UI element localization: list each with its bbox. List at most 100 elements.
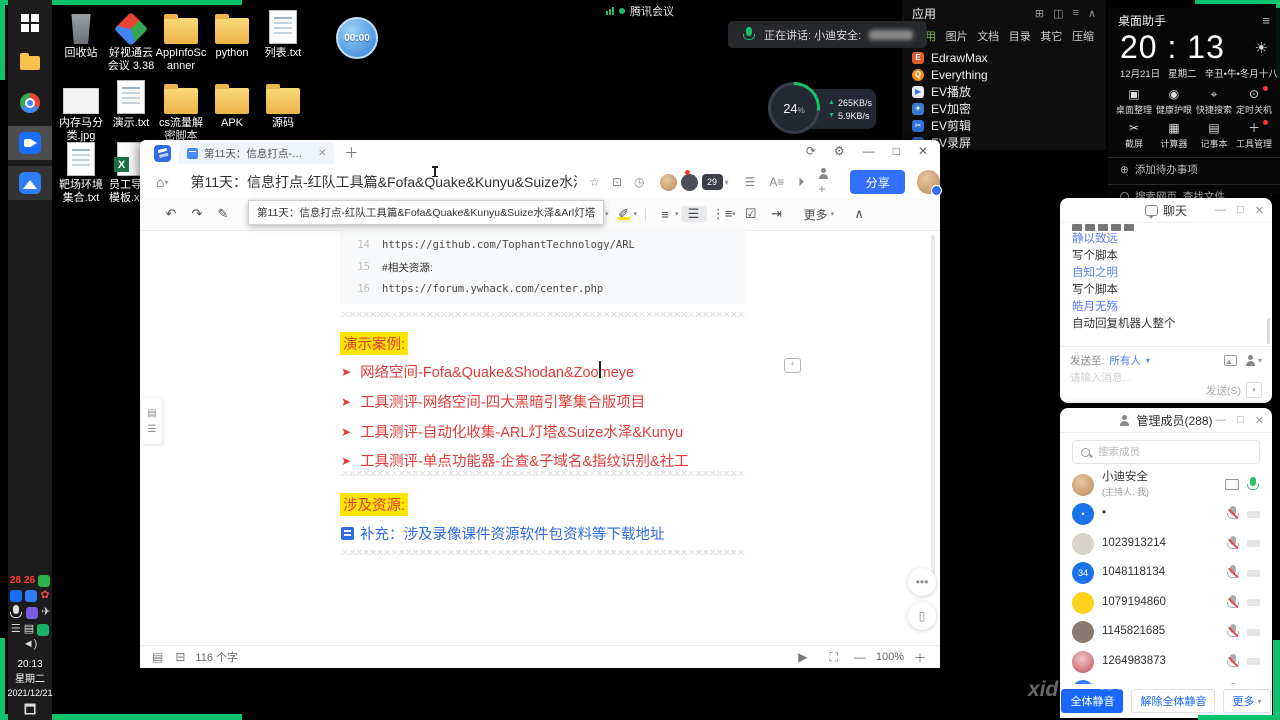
present-icon[interactable]: ⏵ <box>798 175 804 190</box>
zoom-out-button[interactable]: — <box>854 650 866 664</box>
numbered-list-button[interactable]: ⋮≡ ▾ <box>709 206 738 222</box>
launcher-tab-zip[interactable]: 压缩 <box>1072 28 1094 44</box>
mic-on-icon[interactable] <box>1246 476 1260 493</box>
tray-blue-icon[interactable] <box>25 589 38 602</box>
tray-plane-icon[interactable]: ✈ <box>41 607 50 618</box>
mic-muted-icon[interactable] <box>1226 594 1240 611</box>
mic-muted-icon[interactable] <box>1226 506 1240 522</box>
tray-purple-icon[interactable] <box>26 606 39 619</box>
member-row[interactable]: 1145821685 <box>1060 618 1272 648</box>
play-icon[interactable]: ▶ <box>798 650 807 664</box>
audience-select[interactable]: 所有人 <box>1109 353 1141 368</box>
send-options-icon[interactable]: ▾ <box>1246 382 1262 398</box>
chat-sender[interactable]: 自知之明 <box>1072 265 1262 282</box>
doc-tab[interactable]: 第11天：信息打点-红队... ✕ <box>179 142 335 164</box>
desktop-icon-recycle-bin[interactable]: 回收站 <box>54 8 108 60</box>
minimize-button[interactable]: — <box>1215 414 1226 426</box>
member-search-input[interactable] <box>1096 445 1220 459</box>
code-text[interactable]: #相关资源: <box>382 260 433 275</box>
doc-bullet[interactable]: ➤ 工具测评-网络空间-四大黑暗引擎集合版项目 <box>341 391 645 412</box>
desktop-icon-meeting-app[interactable]: 好视通云会议 3.38 <box>104 8 158 72</box>
history-icon[interactable]: ◷ <box>634 175 644 189</box>
more-icon[interactable] <box>1247 599 1260 607</box>
new-tab-button[interactable]: ＋ <box>344 143 358 163</box>
doc-bullet[interactable]: ➤ 工具测评-单点功能器-企查&子域名&指纹识别&社工 <box>341 450 689 471</box>
minimize-button[interactable]: — <box>863 144 875 158</box>
launcher-item[interactable]: ▶ EV播放 <box>912 83 1096 100</box>
redo-icon[interactable]: ↷ <box>184 206 210 222</box>
launcher-item[interactable]: E EdrawMax <box>912 49 1096 66</box>
launcher-item[interactable]: ✦ EV加密 <box>912 100 1096 117</box>
member-row[interactable]: 1079194860 <box>1060 588 1272 618</box>
close-button[interactable]: ✕ <box>1255 204 1264 217</box>
tool-calculator[interactable]: ▦ 计算器 <box>1154 122 1194 150</box>
member-search-box[interactable] <box>1072 440 1260 464</box>
more-button[interactable]: 更多 ▾ <box>804 206 837 223</box>
tray-monitor-icon[interactable]: ▤ <box>24 624 34 635</box>
more-icon[interactable] <box>1247 540 1260 548</box>
tool-manager[interactable]: ＋工具管理 <box>1234 120 1274 150</box>
member-row[interactable]: • • <box>1060 500 1272 530</box>
launcher-tab-dirs[interactable]: 目录 <box>1009 28 1031 44</box>
menu-icon[interactable]: ≡ <box>1073 7 1079 20</box>
collaborator-avatars[interactable]: 29 ▾ <box>658 169 729 192</box>
start-button[interactable] <box>8 6 52 40</box>
doc-scrollbar[interactable] <box>931 235 935 575</box>
code-text[interactable]: https://forum.ywhack.com/center.php <box>382 283 603 295</box>
mic-muted-icon[interactable] <box>1226 624 1240 640</box>
checkbox-button[interactable]: ☑ <box>738 206 764 222</box>
taskbar-item-app[interactable] <box>8 166 52 200</box>
mic-muted-icon[interactable] <box>1226 535 1240 552</box>
send-image-icon[interactable] <box>1223 355 1237 366</box>
performance-widget[interactable]: ▲ 265KB/s ▼ 5.9KB/s 24% <box>768 82 878 136</box>
member-row[interactable]: 小迪安全 (主持人, 我) <box>1060 470 1272 500</box>
desktop-icon-apk[interactable]: APK <box>205 78 259 130</box>
launcher-item[interactable]: ✂ EV剪辑 <box>912 117 1096 134</box>
chat-sender[interactable]: 静以致远 <box>1072 231 1262 248</box>
text-style-icon[interactable]: A≡ <box>769 175 784 189</box>
align-button[interactable]: ≡ ▾ <box>652 207 681 222</box>
meeting-status-bar[interactable]: 腾讯会议 <box>606 3 674 19</box>
member-row[interactable]: 34 1048118134 <box>1060 559 1272 589</box>
taskbar-item-chrome[interactable] <box>8 86 52 120</box>
collapse-toolbar-icon[interactable]: ∧ <box>846 206 872 222</box>
tool-eye-protect[interactable]: ◉ 健康护眼 <box>1154 88 1194 116</box>
notification-center-icon[interactable]: 🗖 <box>24 703 36 716</box>
more-actions-fab[interactable]: ••• <box>908 568 936 596</box>
chat-message-list[interactable]: 静以致远 写个脚本 自知之明 写个脚本 皓月无殇 自动回复机器人整个 <box>1072 224 1262 342</box>
settings-gear-icon[interactable]: ⚙ <box>834 144 845 158</box>
maximize-button[interactable]: □ <box>893 144 900 158</box>
share-button[interactable]: 分享 <box>850 170 906 194</box>
close-button[interactable]: ✕ <box>1255 414 1264 427</box>
add-collaborator-icon[interactable]: + <box>818 168 836 196</box>
desktop-icon-list-txt[interactable]: 列表.txt <box>256 8 310 60</box>
weather-sun-icon[interactable]: ☀ <box>1255 39 1268 57</box>
member-row[interactable]: 1023913214 <box>1060 529 1272 559</box>
tool-notepad[interactable]: ▤ 记事本 <box>1194 122 1234 150</box>
members-more-button[interactable]: 更多 ▾ <box>1223 689 1271 713</box>
star-icon[interactable]: ☆ <box>589 175 600 189</box>
desktop-icon-cs-script[interactable]: cs流量解密脚本 <box>154 78 208 142</box>
tool-desktop-organize[interactable]: ▣ 桌面整理 <box>1114 88 1154 116</box>
hamburger-menu-icon[interactable]: ☰ <box>745 175 756 189</box>
shield-icon[interactable] <box>38 574 51 587</box>
mobile-view-fab[interactable]: ▯ <box>908 602 936 630</box>
indent-button[interactable]: ⇥ <box>764 206 790 222</box>
tencent-docs-logo-icon[interactable] <box>154 144 171 162</box>
close-button[interactable]: ✕ <box>918 144 928 158</box>
tray-meeting-icon[interactable] <box>10 589 23 602</box>
taskbar-clock[interactable]: 20:13 星期二 2021/12/21 <box>7 657 52 701</box>
tool-shutdown-timer[interactable]: ⊙ 定时关机 <box>1234 86 1274 116</box>
highlight-button[interactable]: ✐ ▾ <box>611 206 640 222</box>
home-icon[interactable]: ⌂ <box>156 174 164 190</box>
taskbar-item-tencent-meeting[interactable] <box>8 126 52 160</box>
desktop-icon-appinfoscanner[interactable]: AppInfoScanner <box>154 8 208 72</box>
tool-quick-search[interactable]: ⌖ 快捷搜索 <box>1194 88 1234 116</box>
resource-link[interactable]: 补充：涉及录像课件资源软件包资料等下载地址 <box>341 523 665 544</box>
tray-mic-icon[interactable] <box>9 604 23 621</box>
screen-share-icon[interactable] <box>1225 479 1239 491</box>
launcher-item[interactable]: Q Everything <box>912 66 1096 83</box>
user-avatar[interactable] <box>917 170 942 196</box>
mic-muted-icon[interactable] <box>1226 653 1240 670</box>
format-painter-icon[interactable]: ✎ <box>210 206 236 222</box>
